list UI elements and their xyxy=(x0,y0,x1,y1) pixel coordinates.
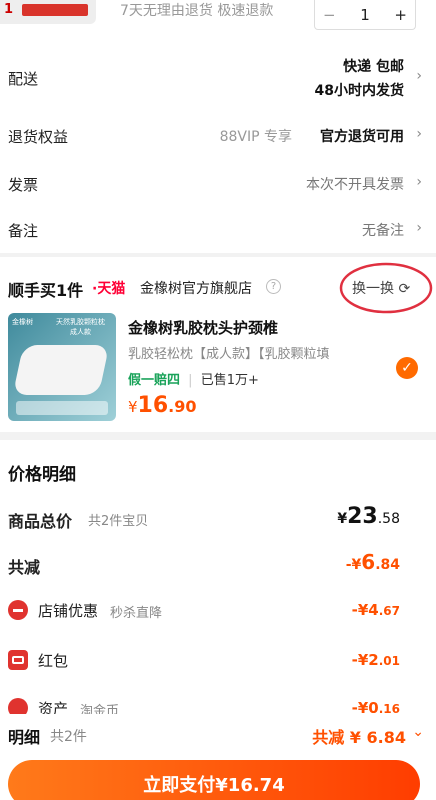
thumbnail-text: 1 xyxy=(4,2,14,17)
badge-guarantee: 假一赔四 xyxy=(128,373,181,388)
red-packet-icon xyxy=(8,650,28,670)
chevron-right-icon: › xyxy=(416,174,422,190)
store-discount-label: 店铺优惠 xyxy=(38,602,99,620)
delivery-row[interactable]: 配送 快递 包邮 48小时内发货 › xyxy=(0,52,436,108)
total-count: 共2件宝贝 xyxy=(88,514,149,529)
store-discount-value: -¥4.67 xyxy=(351,601,400,619)
invoice-label: 发票 xyxy=(8,176,39,194)
delivery-method: 快递 包邮 xyxy=(343,59,404,75)
order-options-card: 1 7天无理由退货 极速退款 − 1 + 配送 快递 包邮 48小时内发货 › … xyxy=(0,0,436,253)
reduce-label: 共减 xyxy=(8,558,41,577)
red-packet-value: -¥2.01 xyxy=(351,651,400,669)
returns-tag: 88VIP 专享 xyxy=(219,129,292,145)
product-title[interactable]: 金橡树乳胶枕头护颈椎 xyxy=(128,317,278,338)
detail-label[interactable]: 明细 xyxy=(8,724,40,748)
chevron-right-icon: › xyxy=(416,220,422,236)
product-price: ¥16.90 xyxy=(128,393,197,418)
pay-now-button[interactable]: 立即支付¥16.74 xyxy=(8,760,420,800)
recommend-title: 顺手买1件 xyxy=(8,281,84,300)
tmall-logo: ·天猫 xyxy=(92,281,126,297)
plus-button[interactable]: + xyxy=(394,6,407,24)
image-caption: 天然乳胶颗粒枕 xyxy=(56,318,105,326)
selected-check-icon[interactable]: ✓ xyxy=(396,357,418,379)
total-label: 商品总价 xyxy=(8,512,73,531)
remark-value: 无备注 xyxy=(362,223,404,239)
returns-label: 退货权益 xyxy=(8,128,69,146)
quantity-value[interactable]: 1 xyxy=(360,6,370,24)
returns-value: 官方退货可用 xyxy=(320,129,404,145)
invoice-value: 本次不开具发票 xyxy=(306,177,404,193)
chevron-down-icon[interactable]: ⌄ xyxy=(412,724,424,740)
price-detail-card: 价格明细 商品总价 共2件宝贝 ¥23.58 共减 -¥6.84 店铺优惠 秒杀… xyxy=(0,440,436,730)
store-discount-icon xyxy=(8,600,28,620)
return-note: 7天无理由退货 极速退款 xyxy=(120,3,274,19)
chevron-right-icon: › xyxy=(416,68,422,84)
quantity-stepper[interactable]: − 1 + xyxy=(314,0,416,30)
red-packet-label: 红包 xyxy=(38,652,69,670)
store-name[interactable]: 金橡树官方旗舰店 xyxy=(140,278,252,298)
detail-count: 共2件 xyxy=(50,729,87,745)
returns-row[interactable]: 退货权益 88VIP 专享 官方退货可用 › xyxy=(0,112,436,160)
detail-reduce[interactable]: 共减 ¥ 6.84 xyxy=(312,724,406,748)
product-image[interactable]: 金橡树 天然乳胶颗粒枕 成人款 xyxy=(8,313,116,421)
remark-row[interactable]: 备注 无备注 › xyxy=(0,206,436,254)
product-subtitle: 乳胶轻松枕【成人款】【乳胶颗粒填 xyxy=(128,347,330,362)
minus-button[interactable]: − xyxy=(323,6,336,24)
product-badges: 假一赔四 | 已售1万+ xyxy=(128,373,259,388)
pillow-shape xyxy=(12,345,110,395)
delivery-label: 配送 xyxy=(8,70,39,88)
image-brand: 金橡树 xyxy=(12,318,33,326)
remark-label: 备注 xyxy=(8,222,39,240)
invoice-row[interactable]: 发票 本次不开具发票 › xyxy=(0,160,436,208)
hand-drawn-circle xyxy=(339,262,433,314)
delivery-time: 48小时内发货 xyxy=(314,83,404,99)
reduce-value: -¥6.84 xyxy=(345,550,400,574)
image-caption-2: 成人款 xyxy=(70,328,91,336)
image-feature-strip xyxy=(16,401,108,415)
thumbnail-banner xyxy=(22,4,88,16)
checkout-footer: 明细 共2件 共减 ¥ 6.84 ⌄ 立即支付¥16.74 xyxy=(0,714,436,800)
add-on-recommend-card: 顺手买1件 ·天猫 金橡树官方旗舰店 ? 换一换 ⟳ 金橡树 天然乳胶颗粒枕 成… xyxy=(0,257,436,432)
chevron-right-icon: › xyxy=(416,126,422,142)
store-discount-sub: 秒杀直降 xyxy=(110,606,163,621)
badge-sold: 已售1万+ xyxy=(200,373,259,388)
price-heading: 价格明细 xyxy=(8,465,76,485)
help-icon[interactable]: ? xyxy=(266,279,281,294)
total-value: ¥23.58 xyxy=(337,504,400,529)
product-thumbnail[interactable]: 1 xyxy=(0,0,96,24)
